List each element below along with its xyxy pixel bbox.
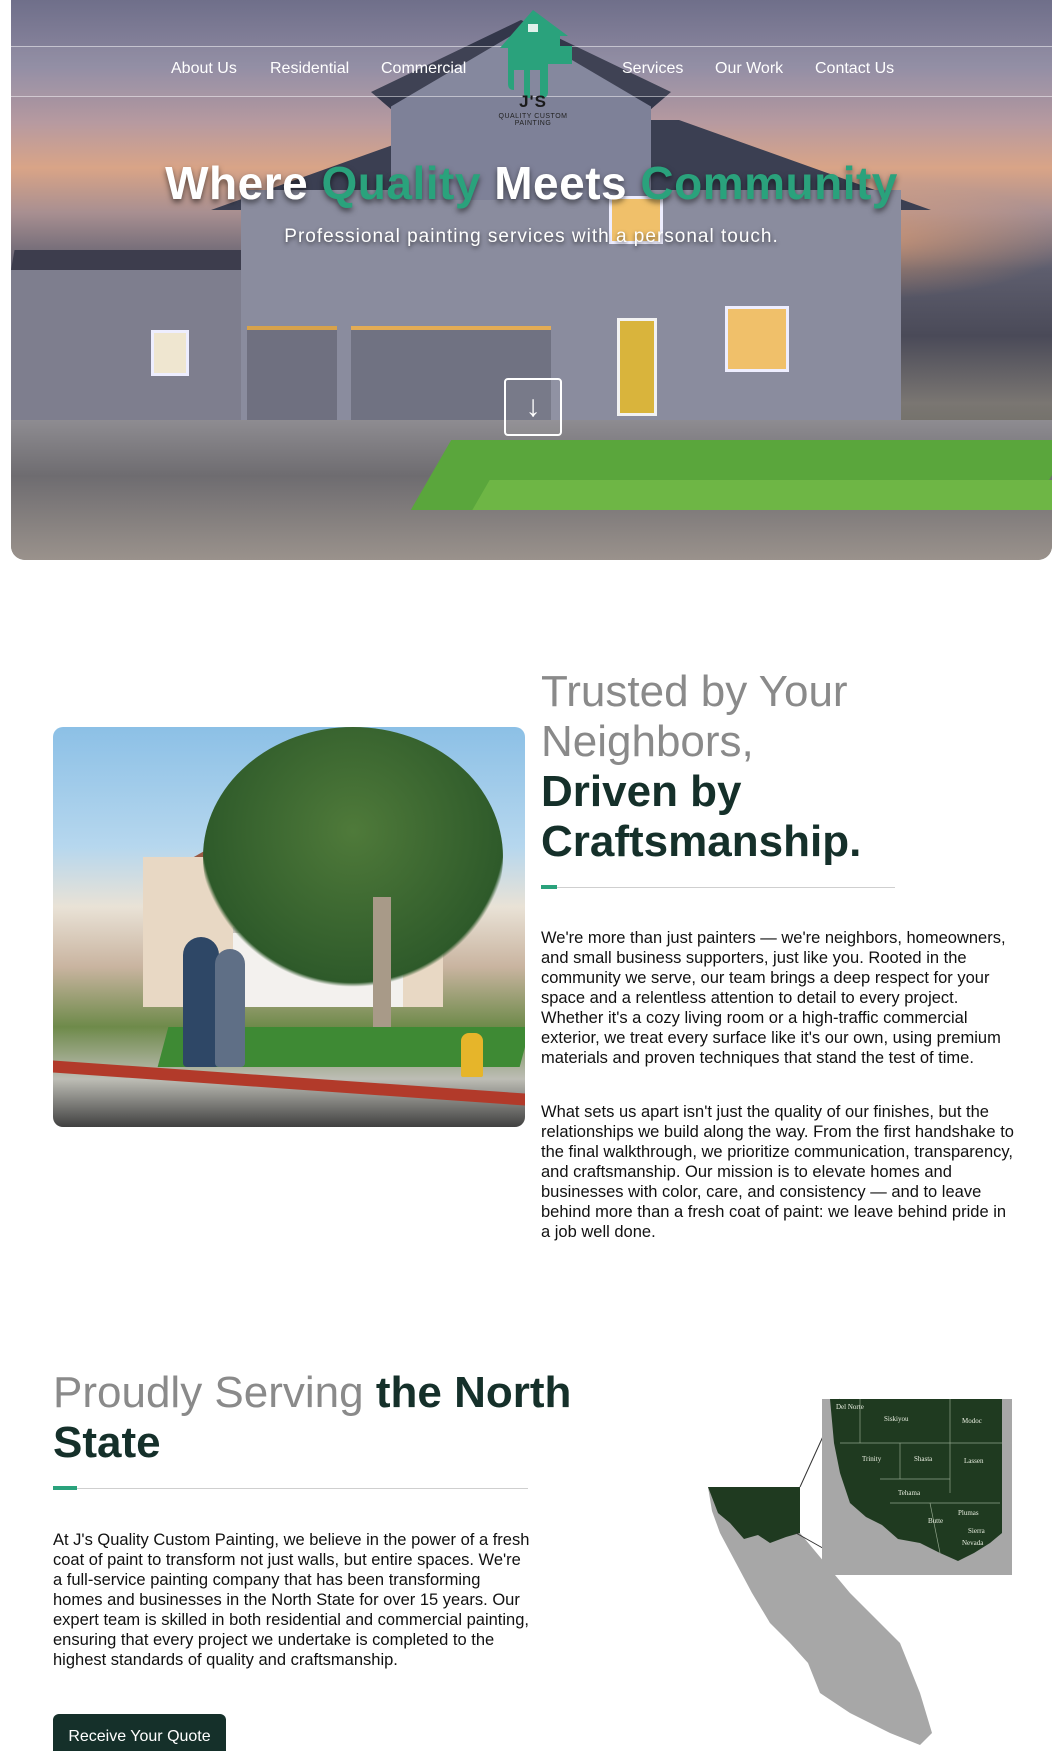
about-paragraph-2: What sets us apart isn't just the qualit… — [541, 1103, 1014, 1241]
arrow-down-icon: ↓ — [525, 390, 541, 423]
serving-paragraph: At J's Quality Custom Painting, we belie… — [53, 1531, 530, 1669]
about-title: Trusted by Your Neighbors, Driven by Cra… — [541, 667, 1021, 867]
nav-contact-us[interactable]: Contact Us — [815, 60, 894, 78]
lawn — [472, 480, 1052, 510]
house-window — [725, 306, 789, 372]
photo-curb — [53, 1060, 525, 1106]
nav-about-us[interactable]: About Us — [171, 60, 237, 78]
county-label: Trinity — [862, 1455, 882, 1463]
hero-title-word: Where — [165, 157, 309, 209]
photo-tree — [203, 727, 503, 987]
north-state-map: Del Norte Siskiyou Modoc Trinity Shasta … — [708, 1398, 1012, 1745]
receive-quote-button[interactable]: Receive Your Quote — [53, 1714, 226, 1751]
house-paint-roller-icon — [500, 10, 572, 98]
nav-residential[interactable]: Residential — [270, 60, 349, 78]
county-label: Butte — [928, 1517, 943, 1525]
county-label: Nevada — [962, 1539, 984, 1547]
serving-divider-accent — [53, 1486, 77, 1490]
photo-person — [183, 937, 219, 1067]
logo-subtitle: QUALITY CUSTOM PAINTING — [488, 113, 578, 127]
about-divider-accent — [541, 885, 557, 889]
serving-title-light: Proudly Serving — [53, 1368, 364, 1417]
county-label: Tehama — [898, 1489, 921, 1497]
hero-title: Where Quality Meets Community — [0, 156, 1063, 210]
hero-title-accent-word: Community — [640, 157, 898, 209]
county-label: Shasta — [914, 1455, 933, 1463]
photo-person — [215, 949, 245, 1067]
hero-title-accent-word: Quality — [321, 157, 481, 209]
nav-our-work[interactable]: Our Work — [715, 60, 783, 78]
county-label: Sierra — [968, 1527, 986, 1535]
hero-title-word: Meets — [494, 157, 628, 209]
house-window — [151, 330, 189, 376]
about-divider — [541, 887, 895, 888]
about-title-dark: Driven by Craftsmanship. — [541, 767, 862, 866]
about-paragraph-1: We're more than just painters — we're ne… — [541, 929, 1006, 1067]
county-label: Lassen — [964, 1457, 984, 1465]
about-photo — [53, 727, 525, 1127]
logo-name: J'S — [519, 92, 547, 111]
nav-commercial[interactable]: Commercial — [381, 60, 466, 78]
serving-divider — [53, 1488, 528, 1489]
nav-services[interactable]: Services — [622, 60, 683, 78]
serving-title: Proudly Serving the North State — [53, 1368, 613, 1468]
front-door — [617, 318, 657, 416]
county-label: Plumas — [958, 1509, 979, 1517]
county-label: Siskiyou — [884, 1415, 909, 1423]
logo-subtitle-line2: PAINTING — [514, 120, 552, 127]
county-label: Modoc — [962, 1417, 982, 1425]
scroll-down-button[interactable]: ↓ — [504, 378, 562, 436]
photo-hydrant — [461, 1033, 483, 1077]
logo-subtitle-line1: QUALITY CUSTOM — [498, 113, 568, 120]
photo-tree-trunk — [373, 897, 391, 1047]
about-title-light: Trusted by Your Neighbors, — [541, 667, 848, 766]
garage-door — [247, 326, 337, 420]
county-label: Del Norte — [836, 1403, 864, 1411]
hero-subtitle: Professional painting services with a pe… — [284, 226, 779, 247]
